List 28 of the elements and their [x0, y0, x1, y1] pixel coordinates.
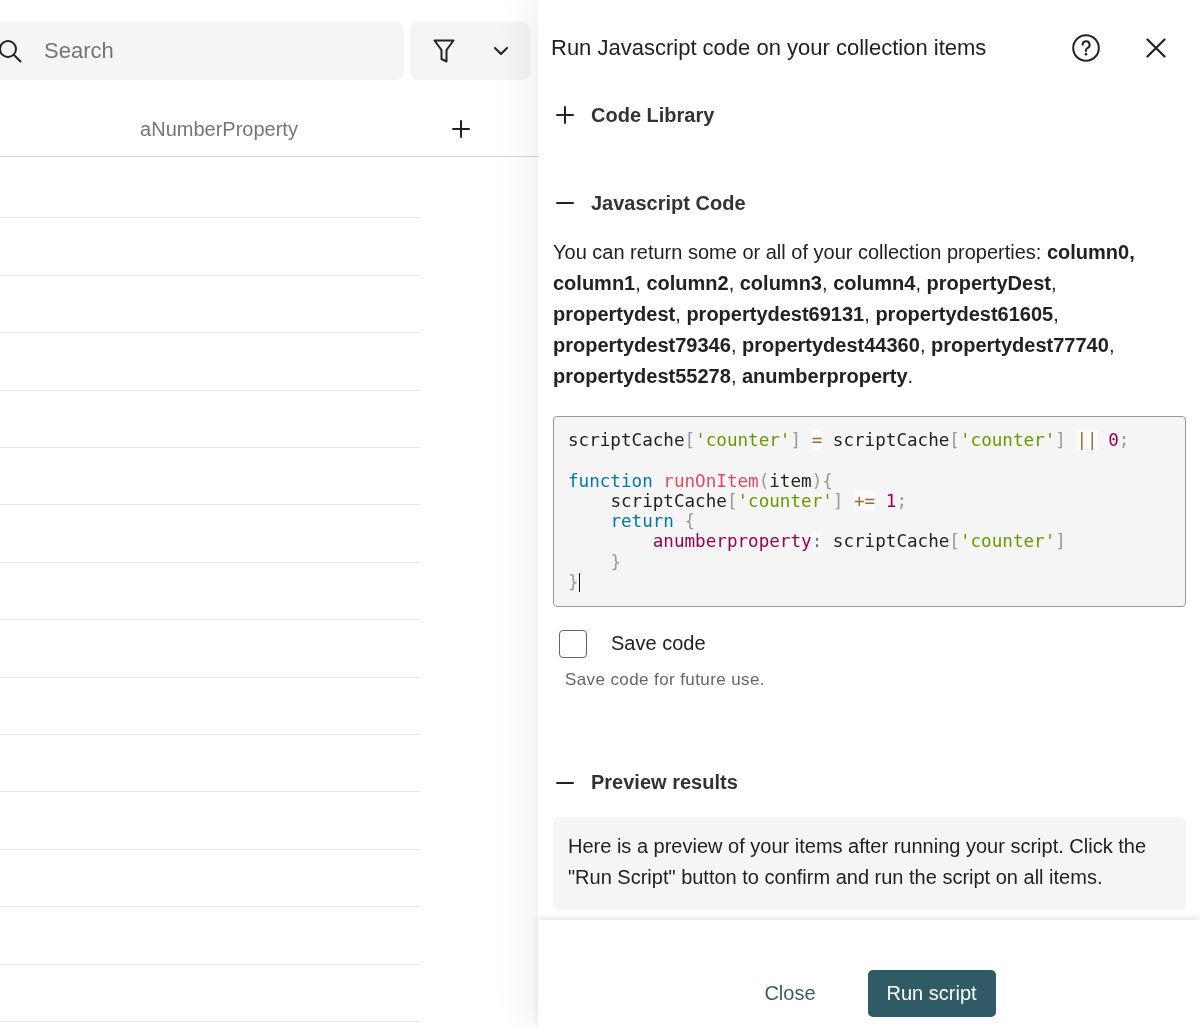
- code-line: anumberproperty: scriptCache['counter']: [652, 531, 1066, 552]
- help-icon: [1072, 34, 1100, 62]
- code-editor[interactable]: scriptCache['counter'] = scriptCache['counter'] || 0; function runOnItem(item){ scriptCache['counter'] += 1; return { anumberproperty: scriptCache['counter'] } }: [553, 416, 1186, 607]
- hint-text: Save code for future use.: [565, 668, 766, 691]
- code-line: return {: [610, 511, 696, 532]
- plus-icon: [452, 120, 470, 138]
- search-field[interactable]: Search: [0, 22, 404, 80]
- close-icon: [1146, 38, 1166, 58]
- save-label: Save code: [611, 632, 706, 656]
- preview-message: Here is a preview of your items after running your script. Click the "Run Script" button to confirm and run the script on all items.: [553, 816, 1186, 910]
- section-header[interactable]: Preview results: [553, 762, 738, 803]
- filter-button[interactable]: [410, 22, 530, 80]
- chevron-down-icon: [494, 47, 508, 55]
- section-header[interactable]: Javascript Code: [553, 183, 746, 223]
- run-script-button[interactable]: Run script: [867, 970, 996, 1017]
- filter-icon: [433, 39, 455, 63]
- section-header[interactable]: Code Library: [553, 95, 715, 135]
- code-line: scriptCache['counter'] += 1;: [610, 490, 907, 512]
- description-text: You can return some or all of your collection properties: column0, column1, column2, column3, column4, propertyDest, propertydest, propertydest69131, propertydest61605, propertydest79346, propertydest44360, propertydest77740, propertydest55278, anumberproperty.: [553, 239, 1136, 389]
- code-line: function runOnItem(item){: [568, 470, 833, 491]
- save-checkbox[interactable]: [559, 629, 587, 658]
- search-icon: [0, 39, 22, 63]
- code-line: }: [610, 551, 621, 573]
- panel-title: Run Javascript code on your collection items: [551, 35, 988, 61]
- close-text-button[interactable]: Close: [742, 970, 838, 1017]
- column-header: aNumberProperty: [139, 117, 299, 141]
- code-line: }: [568, 572, 579, 593]
- code-line: scriptCache['counter'] = scriptCache['counter'] || 0;: [568, 430, 1130, 451]
